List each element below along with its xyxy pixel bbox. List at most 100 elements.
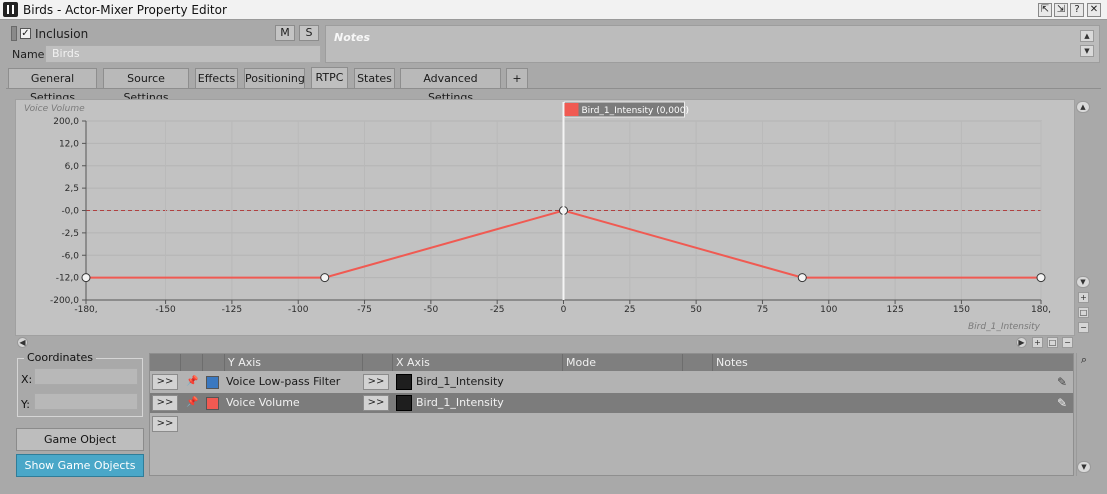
- game-parameter-icon: [396, 395, 412, 411]
- add-rtpc-button[interactable]: >>: [152, 416, 178, 432]
- edit-notes-icon[interactable]: ✎: [1057, 375, 1071, 389]
- h-zoom-fit-icon[interactable]: □: [1047, 337, 1058, 348]
- tab-advanced-settings[interactable]: Advanced Settings: [400, 68, 501, 104]
- notes-label: Notes: [334, 31, 371, 44]
- rtpc-row[interactable]: >> 📌 Voice Low-pass Filter >> Bird_1_Int…: [150, 372, 1073, 392]
- wwise-app-icon: [3, 2, 18, 17]
- y-tick-label: -6,0: [61, 251, 79, 261]
- game-object-explorer-button[interactable]: Game Object Explorer...: [16, 428, 144, 467]
- zoom-out-icon[interactable]: −: [1078, 322, 1089, 333]
- pin-window-icon[interactable]: ⇱: [1038, 3, 1052, 17]
- tab-states[interactable]: States: [354, 68, 395, 88]
- mode-column-header[interactable]: Mode: [562, 354, 682, 371]
- graph-scroll-up-icon[interactable]: ▲: [1076, 101, 1090, 113]
- mute-button[interactable]: M: [275, 25, 295, 41]
- y-tick-label: 200,0: [53, 117, 79, 127]
- notes-panel[interactable]: Notes: [325, 25, 1100, 63]
- inclusion-label: Inclusion: [35, 27, 89, 41]
- x-coordinate-input[interactable]: [34, 368, 138, 385]
- graph-scroll-left-icon[interactable]: ◀: [17, 337, 28, 348]
- pin-icon[interactable]: 📌: [186, 375, 199, 389]
- rtpc-list: Y Axis X Axis Mode Notes >> 📌 Voice Low-…: [149, 353, 1074, 476]
- edit-notes-icon[interactable]: ✎: [1057, 396, 1071, 410]
- tab-general-settings[interactable]: General Settings: [8, 68, 97, 104]
- curve-control-point[interactable]: [1036, 273, 1046, 283]
- tab-rtpc[interactable]: RTPC: [311, 67, 348, 88]
- solo-button[interactable]: S: [299, 25, 319, 41]
- graph-scroll-down-icon[interactable]: ▼: [1076, 276, 1090, 288]
- y-tick-label: -2,5: [61, 229, 79, 239]
- y-tick-label: -0,0: [61, 207, 79, 217]
- x-tick-label: -150: [155, 305, 176, 315]
- graph-scroll-right-icon[interactable]: ▶: [1016, 337, 1027, 348]
- y-coordinate-input[interactable]: [34, 393, 138, 410]
- list-scroll-down-icon[interactable]: ▼: [1077, 461, 1091, 473]
- rtpc-graph-panel[interactable]: 200,0 12,0 6,0 2,5 -0,0 -2,5 -6,0 -12,0 -200,0 -1…: [15, 99, 1075, 336]
- x-tick-label: -25: [490, 305, 505, 315]
- title-bar: Birds - Actor-Mixer Property Editor ⇱ ⇲ …: [0, 0, 1107, 20]
- curve-control-point[interactable]: [320, 273, 330, 283]
- pin-icon[interactable]: 📌: [186, 396, 199, 410]
- coordinates-title: Coordinates: [24, 351, 97, 364]
- list-scrollbar[interactable]: ⌕ ▼: [1076, 353, 1091, 476]
- h-zoom-in-icon[interactable]: +: [1032, 337, 1043, 348]
- x-axis-browse-button[interactable]: >>: [363, 395, 389, 411]
- y-axis-property: Voice Volume: [226, 396, 300, 409]
- zoom-fit-icon[interactable]: □: [1078, 307, 1089, 318]
- rtpc-row-empty[interactable]: >>: [150, 414, 1073, 434]
- tab-positioning[interactable]: Positioning: [244, 68, 305, 88]
- x-tick-label: -75: [357, 305, 372, 315]
- add-tab-button[interactable]: +: [506, 68, 528, 88]
- curve-color-swatch[interactable]: [206, 397, 219, 410]
- inclusion-checkbox[interactable]: ✓: [20, 28, 31, 39]
- x-tick-label: 150: [953, 305, 970, 315]
- notes-column-header[interactable]: Notes: [712, 354, 1073, 371]
- y-axis-browse-button[interactable]: >>: [152, 374, 178, 390]
- x-tick-label: 0: [561, 305, 567, 315]
- y-tick-label: -12,0: [56, 274, 80, 284]
- help-button[interactable]: ?: [1070, 3, 1084, 17]
- curve-control-point[interactable]: [797, 273, 807, 283]
- drag-handle[interactable]: [11, 26, 17, 41]
- x-tick-label: 100: [820, 305, 837, 315]
- y-tick-label: 2,5: [65, 184, 79, 194]
- y-axis-title: Voice Volume: [24, 104, 85, 114]
- x-axis-title: Bird_1_Intensity: [968, 322, 1041, 332]
- x-tick-label: 50: [690, 305, 702, 315]
- cursor-label: Bird_1_Intensity (0,000): [582, 106, 689, 116]
- window-title: Birds - Actor-Mixer Property Editor: [23, 3, 227, 17]
- x-arrow-column-header: [362, 354, 392, 371]
- curve-control-point[interactable]: [81, 273, 91, 283]
- color-column-header: [202, 354, 224, 371]
- notes-scroll-up-icon[interactable]: ▲: [1080, 30, 1094, 42]
- notes-scroll-down-icon[interactable]: ▼: [1080, 45, 1094, 57]
- tab-effects[interactable]: Effects: [195, 68, 238, 88]
- tab-source-settings[interactable]: Source Settings: [103, 68, 189, 104]
- show-game-objects-button[interactable]: Show Game Objects: [16, 454, 144, 477]
- h-zoom-out-icon[interactable]: −: [1062, 337, 1073, 348]
- x-tick-label: 180,: [1031, 305, 1051, 315]
- x-tick-label: -50: [424, 305, 439, 315]
- x-tick-label: 75: [757, 305, 768, 315]
- y-axis-property: Voice Low-pass Filter: [226, 375, 341, 388]
- unpin-window-icon[interactable]: ⇲: [1054, 3, 1068, 17]
- zoom-in-icon[interactable]: +: [1078, 292, 1089, 303]
- y-tick-label: 12,0: [59, 139, 79, 149]
- y-coordinate-label: Y:: [21, 398, 30, 411]
- y-tick-label: 6,0: [65, 162, 80, 172]
- rtpc-row-selected[interactable]: >> 📌 Voice Volume >> Bird_1_Intensity ✎: [150, 393, 1073, 413]
- game-parameter-icon: [396, 374, 412, 390]
- rtpc-graph[interactable]: 200,012,06,02,5-0,0-2,5-6,0-12,0-200,0-1…: [16, 100, 1076, 337]
- x-tick-label: -180,: [74, 305, 97, 315]
- x-axis-browse-button[interactable]: >>: [363, 374, 389, 390]
- name-field[interactable]: Birds: [45, 45, 321, 63]
- y-axis-column-header[interactable]: Y Axis: [224, 354, 362, 371]
- x-axis-column-header[interactable]: X Axis: [392, 354, 562, 371]
- x-axis-parameter: Bird_1_Intensity: [416, 396, 504, 409]
- curve-color-swatch[interactable]: [206, 376, 219, 389]
- search-icon[interactable]: ⌕: [1078, 354, 1090, 366]
- close-button[interactable]: ✕: [1087, 3, 1101, 17]
- y-axis-browse-button[interactable]: >>: [152, 395, 178, 411]
- x-tick-label: -100: [288, 305, 309, 315]
- x-tick-label: 25: [624, 305, 635, 315]
